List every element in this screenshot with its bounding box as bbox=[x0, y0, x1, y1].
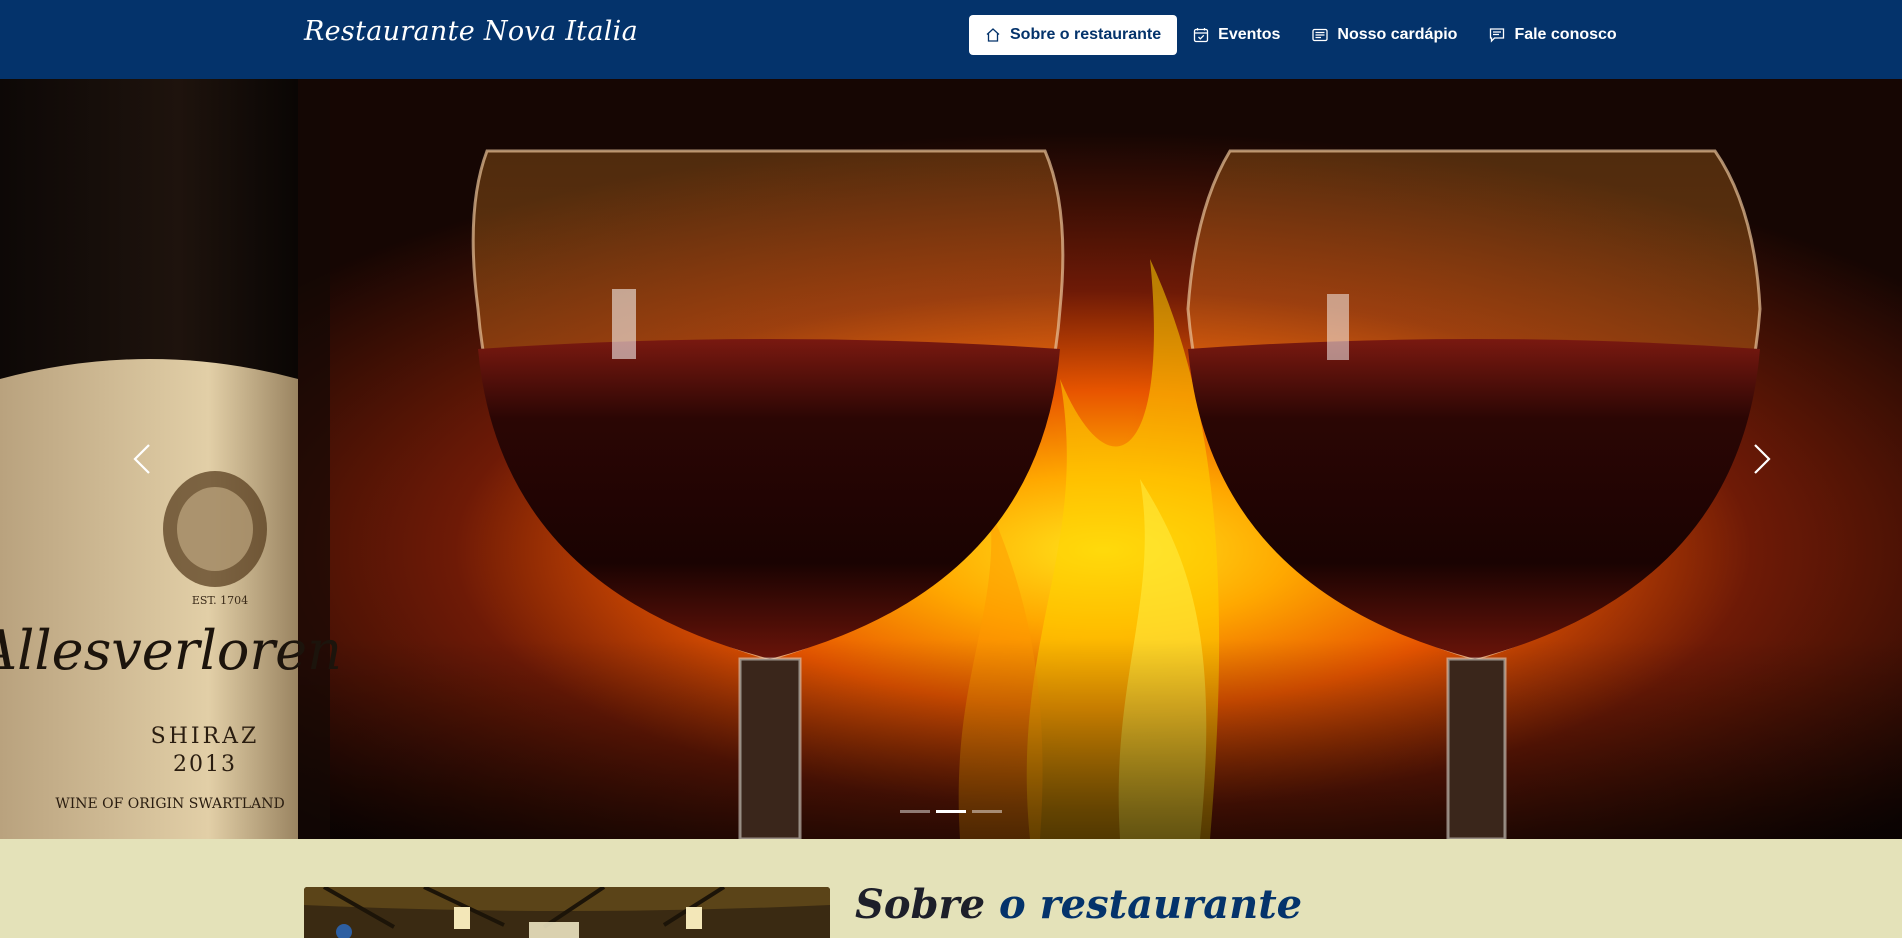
bottle-est-text: EST. 1704 bbox=[192, 594, 248, 607]
main-nav: Sobre o restaurante Eventos Nosso cardáp… bbox=[969, 15, 1633, 55]
nav-item-label: Nosso cardápio bbox=[1337, 26, 1458, 43]
about-title-part2: o restaurante bbox=[999, 881, 1303, 928]
navbar: Restaurante Nova Italia Sobre o restaura… bbox=[0, 0, 1902, 79]
bottle-year-text: 2013 bbox=[173, 752, 237, 777]
chat-text-icon bbox=[1489, 27, 1505, 43]
restaurant-interior-image bbox=[304, 887, 830, 938]
home-icon bbox=[985, 27, 1001, 43]
hero-carousel: EST. 1704 Allesverloren SHIRAZ 2013 WINE… bbox=[0, 79, 1902, 839]
nav-item-fale-conosco[interactable]: Fale conosco bbox=[1473, 15, 1632, 55]
calendar-check-icon bbox=[1193, 27, 1209, 43]
carousel-indicators bbox=[0, 810, 1902, 813]
about-section: Sobre o restaurante bbox=[0, 839, 1902, 938]
nav-item-eventos[interactable]: Eventos bbox=[1177, 15, 1296, 55]
brand-logo[interactable]: Restaurante Nova Italia bbox=[304, 16, 638, 47]
carousel-indicator-3[interactable] bbox=[972, 810, 1002, 813]
about-section-title: Sobre o restaurante bbox=[855, 881, 1302, 928]
carousel-next-button[interactable] bbox=[1732, 427, 1792, 491]
nav-item-sobre[interactable]: Sobre o restaurante bbox=[969, 15, 1178, 55]
nav-item-label: Fale conosco bbox=[1514, 26, 1617, 43]
bottle-variety-text: SHIRAZ bbox=[151, 724, 260, 749]
chevron-left-icon bbox=[133, 444, 150, 474]
bottle-brand-text: Allesverloren bbox=[0, 619, 342, 682]
nav-item-label: Sobre o restaurante bbox=[1010, 26, 1162, 43]
carousel-prev-button[interactable] bbox=[112, 427, 172, 491]
card-text-icon bbox=[1312, 27, 1329, 43]
nav-item-label: Eventos bbox=[1218, 26, 1281, 43]
about-title-part1: Sobre bbox=[855, 881, 986, 928]
hero-wine-fireplace-image: EST. 1704 Allesverloren SHIRAZ 2013 WINE… bbox=[0, 79, 1902, 839]
nav-item-cardapio[interactable]: Nosso cardápio bbox=[1296, 15, 1473, 55]
chevron-right-icon bbox=[1754, 444, 1771, 474]
carousel-indicator-2[interactable] bbox=[936, 810, 966, 813]
carousel-indicator-1[interactable] bbox=[900, 810, 930, 813]
